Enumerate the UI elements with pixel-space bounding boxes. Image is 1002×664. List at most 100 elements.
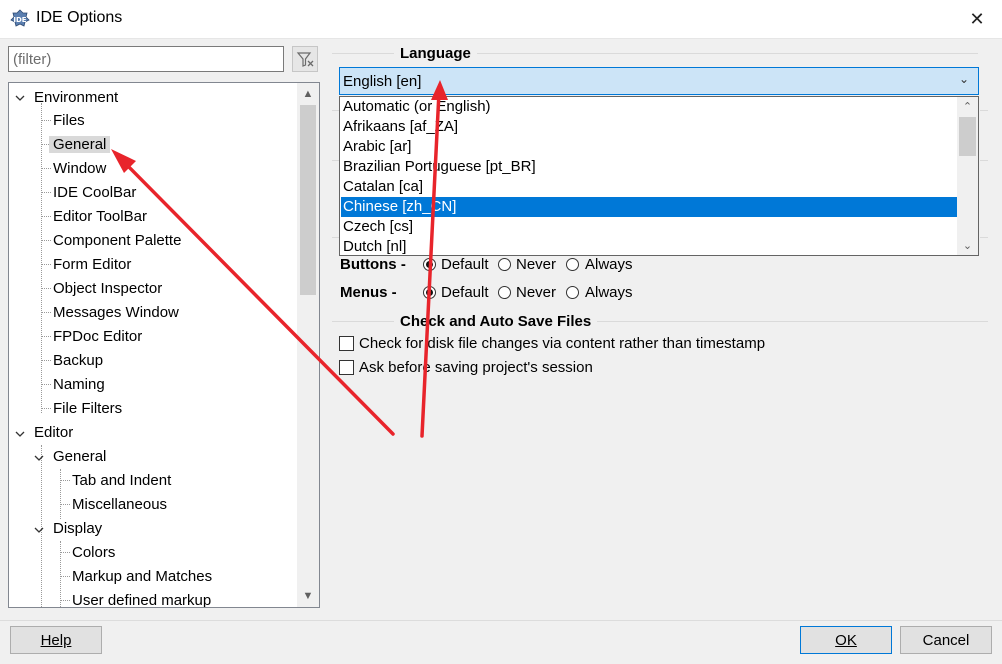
- tree-connector: [60, 504, 70, 505]
- ok-button[interactable]: OK: [800, 626, 892, 654]
- dropdown-scrollbar-thumb[interactable]: [959, 117, 976, 156]
- ask-save-session-label[interactable]: Ask before saving project's session: [359, 359, 593, 376]
- group-divider: [980, 237, 988, 238]
- tree-connector: [41, 216, 51, 217]
- options-tree[interactable]: Environment Files General Window IDE Coo…: [8, 82, 320, 608]
- tree-item-label: File Filters: [53, 400, 123, 417]
- tree-item-label: User defined markup: [72, 592, 212, 608]
- scroll-up-icon[interactable]: ▲: [297, 85, 319, 103]
- ok-button-label: OK: [835, 631, 857, 649]
- language-combobox[interactable]: [339, 67, 979, 95]
- tree-item-label: IDE CoolBar: [53, 184, 137, 201]
- funnel-icon: [296, 52, 314, 67]
- buttons-default-label[interactable]: Default: [441, 256, 489, 273]
- tree-connector: [41, 120, 51, 121]
- tree-item-files[interactable]: Files: [53, 110, 85, 132]
- svg-text:IDE: IDE: [13, 16, 26, 24]
- language-option[interactable]: Automatic (or English): [341, 97, 958, 117]
- tree-item-tab-and-indent[interactable]: Tab and Indent: [72, 470, 171, 492]
- chevron-down-icon[interactable]: [33, 452, 45, 464]
- language-option[interactable]: Catalan [ca]: [341, 177, 958, 197]
- tree-item-label: Window: [53, 160, 107, 177]
- tree-item-form-editor[interactable]: Form Editor: [53, 254, 131, 276]
- tree-item-environment[interactable]: Environment: [34, 87, 118, 109]
- chevron-down-icon[interactable]: [14, 92, 26, 104]
- group-divider: [980, 110, 988, 111]
- help-button[interactable]: Help: [10, 626, 102, 654]
- tree-item-label: Messages Window: [53, 304, 179, 321]
- tree-item-file-filters[interactable]: File Filters: [53, 398, 122, 420]
- tree-connector: [41, 240, 51, 241]
- tree-item-general[interactable]: General: [49, 134, 111, 156]
- tree-item-component-palette[interactable]: Component Palette: [53, 230, 181, 252]
- menus-default-radio[interactable]: [423, 286, 436, 299]
- tree-item-colors[interactable]: Colors: [72, 542, 115, 564]
- language-option[interactable]: Brazilian Portuguese [pt_BR]: [341, 157, 958, 177]
- language-option[interactable]: Afrikaans [af_ZA]: [341, 117, 958, 137]
- tree-item-label: Backup: [53, 352, 104, 369]
- tree-item-fpdoc-editor[interactable]: FPDoc Editor: [53, 326, 142, 348]
- tree-connector: [41, 192, 51, 193]
- buttons-always-label[interactable]: Always: [585, 256, 633, 273]
- ask-save-session-checkbox[interactable]: [339, 360, 354, 375]
- tree-item-object-inspector[interactable]: Object Inspector: [53, 278, 162, 300]
- tree-item-display[interactable]: Display: [53, 518, 102, 540]
- tree-connector: [60, 480, 70, 481]
- menus-default-label[interactable]: Default: [441, 284, 489, 301]
- tree-item-label: Form Editor: [53, 256, 132, 273]
- tree-connector: [60, 576, 70, 577]
- tree-connector: [41, 408, 51, 409]
- chevron-down-icon[interactable]: [14, 428, 26, 440]
- language-option[interactable]: Czech [cs]: [341, 217, 958, 237]
- close-icon[interactable]: ✕: [964, 6, 990, 32]
- language-group-title: Language: [394, 45, 477, 62]
- menus-glyph-label: Menus -: [340, 284, 397, 301]
- buttons-never-label[interactable]: Never: [516, 256, 556, 273]
- language-option-highlighted[interactable]: Chinese [zh_CN]: [341, 197, 958, 217]
- tree-item-ide-coolbar[interactable]: IDE CoolBar: [53, 182, 136, 204]
- tree-item-markup-and-matches[interactable]: Markup and Matches: [72, 566, 212, 588]
- tree-item-label: Object Inspector: [53, 280, 163, 297]
- tree-item-label: FPDoc Editor: [53, 328, 143, 345]
- buttons-glyph-label: Buttons -: [340, 256, 406, 273]
- tree-connector: [41, 168, 51, 169]
- menus-always-label[interactable]: Always: [585, 284, 633, 301]
- language-dropdown-list[interactable]: Automatic (or English) Afrikaans [af_ZA]…: [339, 96, 979, 256]
- chevron-down-icon[interactable]: ⌄: [959, 72, 969, 86]
- tree-connector: [41, 312, 51, 313]
- filter-clear-icon[interactable]: [292, 46, 318, 72]
- tree-item-naming[interactable]: Naming: [53, 374, 105, 396]
- title-bar: IDE IDE Options ✕: [0, 0, 1002, 39]
- tree-item-backup[interactable]: Backup: [53, 350, 103, 372]
- tree-item-miscellaneous[interactable]: Miscellaneous: [72, 494, 167, 516]
- tree-item-label: Environment: [34, 89, 119, 106]
- menus-never-label[interactable]: Never: [516, 284, 556, 301]
- scroll-down-icon[interactable]: ⌄: [957, 236, 978, 254]
- tree-item-user-defined-markup[interactable]: User defined markup: [72, 590, 212, 608]
- menus-always-radio[interactable]: [566, 286, 579, 299]
- buttons-always-radio[interactable]: [566, 258, 579, 271]
- tree-item-editor-general[interactable]: General: [53, 446, 106, 468]
- tree-item-window[interactable]: Window: [53, 158, 106, 180]
- tree-scrollbar-thumb[interactable]: [300, 105, 316, 295]
- check-disk-changes-checkbox[interactable]: [339, 336, 354, 351]
- cancel-button[interactable]: Cancel: [900, 626, 992, 654]
- filter-input[interactable]: [8, 46, 284, 72]
- tree-item-label: Files: [53, 112, 85, 129]
- language-option[interactable]: Arabic [ar]: [341, 137, 958, 157]
- tree-item-label: Markup and Matches: [72, 568, 213, 585]
- cancel-button-label: Cancel: [922, 631, 970, 649]
- tree-item-editor-toolbar[interactable]: Editor ToolBar: [53, 206, 147, 228]
- scroll-down-icon[interactable]: ▼: [297, 587, 319, 605]
- language-option[interactable]: Dutch [nl]: [341, 237, 958, 255]
- menus-never-radio[interactable]: [498, 286, 511, 299]
- chevron-down-icon[interactable]: [33, 524, 45, 536]
- tree-connector: [41, 288, 51, 289]
- buttons-never-radio[interactable]: [498, 258, 511, 271]
- check-disk-changes-label[interactable]: Check for disk file changes via content …: [359, 335, 765, 352]
- scroll-up-icon[interactable]: ⌃: [957, 97, 978, 115]
- tree-item-messages-window[interactable]: Messages Window: [53, 302, 179, 324]
- tree-item-label: General: [49, 136, 111, 153]
- buttons-default-radio[interactable]: [423, 258, 436, 271]
- tree-item-editor[interactable]: Editor: [34, 422, 73, 444]
